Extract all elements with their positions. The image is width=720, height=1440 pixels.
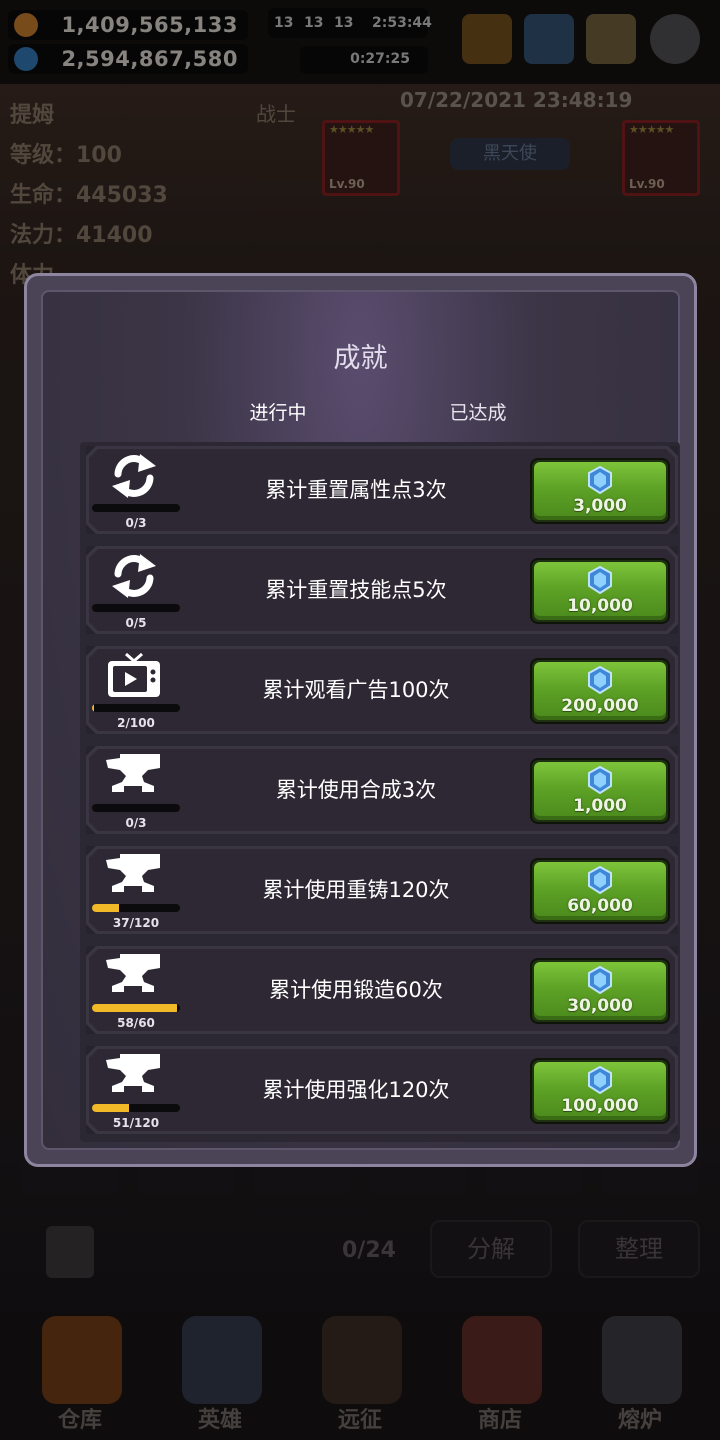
anvil-icon [104,1052,164,1100]
reward-amount: 30,000 [567,996,633,1016]
progress-text: 2/100 [117,716,155,730]
achievement-description: 累计重置技能点5次 [265,578,447,602]
anvil-icon [104,752,164,800]
gem-icon [588,566,612,594]
progress-text: 0/5 [125,616,147,630]
achievement-row: 58/60 累计使用锻造60次 30,000 [86,946,678,1034]
progress-bar [92,1104,180,1112]
gem-icon [588,666,612,694]
progress-fill [92,704,94,712]
reward-amount: 3,000 [573,496,627,516]
reset-icon [104,552,164,600]
progress-text: 58/60 [117,1016,155,1030]
achievement-row: 0/3 累计重置属性点3次 3,000 [86,446,678,534]
achievement-dialog-body: 成就 进行中 已达成 0/3 累计重置属性点3次 3,000 0/5 累计重置技能点5次… [41,290,680,1150]
reward-amount: 200,000 [561,696,639,716]
gem-icon [588,1066,612,1094]
achievement-description: 累计重置属性点3次 [265,478,447,502]
progress-bar [92,1004,180,1012]
gem-icon [588,966,612,994]
reward-amount: 60,000 [567,896,633,916]
reward-amount: 10,000 [567,596,633,616]
reward-button[interactable]: 200,000 [530,658,670,724]
achievement-row: 0/5 累计重置技能点5次 10,000 [86,546,678,634]
achievement-description: 累计使用合成3次 [275,778,437,802]
achievement-list[interactable]: 0/3 累计重置属性点3次 3,000 0/5 累计重置技能点5次 10,000 2/100… [80,442,680,1142]
progress-text: 0/3 [125,516,147,530]
anvil-icon [104,852,164,900]
reset-icon [104,452,164,500]
gem-icon [588,766,612,794]
reward-amount: 100,000 [561,1096,639,1116]
progress-bar [92,604,180,612]
tv-icon [104,652,164,700]
reward-button[interactable]: 30,000 [530,958,670,1024]
gem-icon [588,866,612,894]
achievement-dialog: 成就 进行中 已达成 0/3 累计重置属性点3次 3,000 0/5 累计重置技能点5次… [24,273,697,1167]
achievement-row: 2/100 累计观看广告100次 200,000 [86,646,678,734]
achievement-row: 0/3 累计使用合成3次 1,000 [86,746,678,834]
dialog-title: 成就 [333,343,388,374]
achievement-description: 累计使用锻造60次 [269,978,443,1002]
progress-fill [92,1104,130,1112]
progress-fill [92,904,120,912]
reward-amount: 1,000 [573,796,627,816]
tab-label: 已达成 [449,402,507,424]
progress-bar [92,804,180,812]
achievement-description: 累计观看广告100次 [262,678,450,702]
reward-button[interactable]: 10,000 [530,558,670,624]
tab-in-progress[interactable]: 进行中 [181,390,375,436]
reward-button[interactable]: 100,000 [530,1058,670,1124]
tab-completed[interactable]: 已达成 [381,390,575,436]
reward-button[interactable]: 3,000 [530,458,670,524]
progress-fill [92,1004,178,1012]
progress-text: 37/120 [112,916,160,930]
gem-icon [588,466,612,494]
progress-text: 51/120 [112,1116,160,1130]
progress-bar [92,504,180,512]
achievement-description: 累计使用强化120次 [262,1078,450,1102]
progress-text: 0/3 [125,816,147,830]
reward-button[interactable]: 60,000 [530,858,670,924]
progress-bar [92,904,180,912]
reward-button[interactable]: 1,000 [530,758,670,824]
achievement-row: 37/120 累计使用重铸120次 60,000 [86,846,678,934]
achievement-row: 51/120 累计使用强化120次 100,000 [86,1046,678,1134]
tab-label: 进行中 [249,402,307,424]
anvil-icon [104,952,164,1000]
achievement-description: 累计使用重铸120次 [262,878,450,902]
progress-bar [92,704,180,712]
